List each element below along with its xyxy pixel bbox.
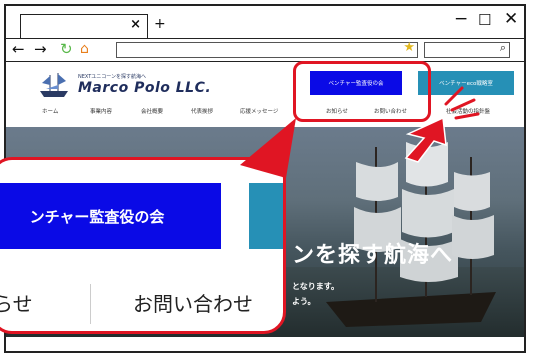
nav-item-company[interactable]: 会社概要 [141,107,163,115]
zoom-venture-eco-button[interactable] [249,183,283,249]
bookmark-star-icon[interactable]: ★ [403,40,415,55]
hero-subtitle-1: となります。 [292,282,339,291]
address-bar: ← → ↻ ⌂ ★ ⌕ [6,39,524,62]
venture-eco-button[interactable]: ベンチャーeco戦略室 [418,71,514,95]
home-icon[interactable]: ⌂ [80,41,89,57]
nav-item-business[interactable]: 事業内容 [90,107,112,115]
close-icon[interactable]: ✕ [504,9,518,29]
zoom-callout: ンチャー監査役の会 らせ お問い合わせ [0,157,286,334]
forward-icon[interactable]: → [34,40,47,58]
nav-item-greeting[interactable]: 代表挨拶 [191,107,213,115]
new-tab-icon[interactable]: + [154,16,166,32]
logo-tagline: NEXTユニコーンを探す航海へ [78,74,147,80]
url-input[interactable]: ★ [116,40,418,58]
zoom-nav-divider [90,284,91,324]
search-input[interactable]: ⌕ [424,41,510,58]
back-icon[interactable]: ← [12,40,25,58]
logo-ship-icon [40,73,68,97]
highlight-box [293,61,431,122]
zoom-nav-item-news[interactable]: らせ [0,288,33,317]
nav-item-compass[interactable]: 社会活動の指針盤 [446,107,490,115]
logo-name[interactable]: Marco Polo LLC. [78,80,211,96]
nav-item-messages[interactable]: 応援メッセージ [240,107,278,115]
sailing-ship-image [326,132,496,327]
tab-bar: × + − ☐ ✕ [6,6,524,39]
hero-title: ンを探す航海へ [292,243,454,268]
reload-icon[interactable]: ↻ [60,40,73,58]
tab-close-icon[interactable]: × [130,17,141,32]
search-icon[interactable]: ⌕ [500,41,506,55]
hero-subtitle-2: よう。 [292,297,316,306]
browser-tab[interactable]: × [20,14,148,38]
nav-item-home[interactable]: ホーム [42,107,58,115]
zoom-nav-item-contact[interactable]: お問い合わせ [133,288,253,317]
global-nav: ホーム 事業内容 会社概要 代表挨拶 応援メッセージ お知らせ お問い合わせ 社… [6,107,524,119]
minimize-icon[interactable]: − [454,9,468,29]
zoom-venture-auditor-button[interactable]: ンチャー監査役の会 [0,183,221,249]
maximize-icon[interactable]: ☐ [478,11,491,29]
